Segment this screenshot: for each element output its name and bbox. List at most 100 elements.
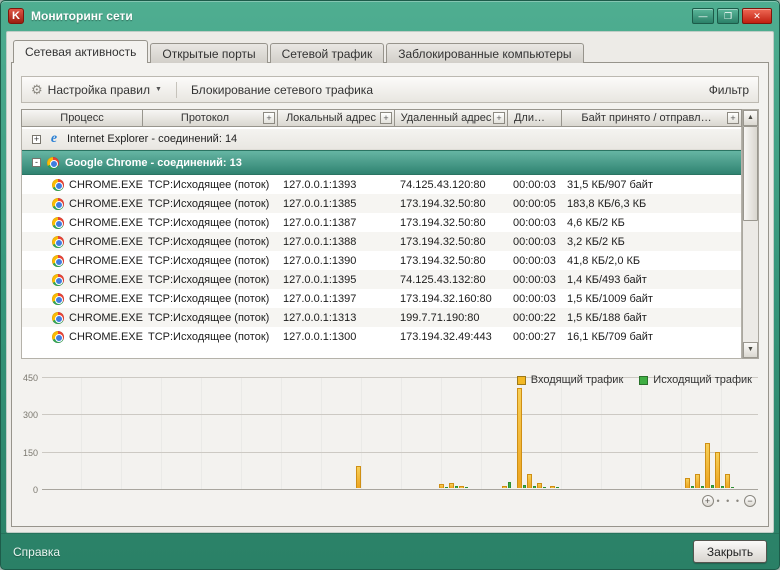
column-header-local-address[interactable]: Локальный адрес +: [278, 109, 395, 127]
column-expand-icon[interactable]: +: [263, 112, 275, 124]
cell-protocol: TCP:Исходящее (поток): [144, 293, 279, 305]
scrollbar-track[interactable]: [743, 126, 758, 342]
outgoing-traffic-bar: [508, 482, 511, 488]
titlebar: K Мониторинг сети — ❐ ✕: [1, 1, 779, 31]
column-header-remote-address[interactable]: Удаленный адрес +: [395, 109, 508, 127]
process-name: CHROME.EXE: [69, 255, 143, 267]
incoming-traffic-bar: [715, 452, 720, 488]
block-traffic-button[interactable]: Блокирование сетевого трафика: [191, 83, 373, 97]
cell-bytes: 1,4 КБ/493 байт: [563, 274, 741, 286]
incoming-traffic-bar: [550, 486, 555, 488]
filter-button[interactable]: Фильтр: [709, 83, 749, 97]
connection-rows: CHROME.EXE TCP:Исходящее (поток) 127.0.0…: [22, 175, 741, 346]
cell-local-address: 127.0.0.1:1393: [279, 179, 396, 191]
column-header-protocol[interactable]: Протокол +: [143, 109, 278, 127]
toolbar-divider: [176, 82, 177, 98]
cell-bytes: 1,5 КБ/188 байт: [563, 312, 741, 324]
rules-settings-button[interactable]: ⚙ Настройка правил ▼: [31, 83, 162, 97]
cell-duration: 00:00:03: [509, 255, 563, 267]
rules-settings-label: Настройка правил: [48, 83, 150, 97]
footer-bar: Справка Закрыть: [1, 533, 779, 569]
cell-bytes: 4,6 КБ/2 КБ: [563, 217, 741, 229]
legend-incoming: Входящий трафик: [517, 374, 624, 386]
scrollbar-thumb[interactable]: [743, 126, 758, 221]
group-row-google-chrome[interactable]: - Google Chrome - соединений: 13: [22, 150, 741, 175]
table-scrollbar[interactable]: ▲ ▼: [742, 109, 759, 359]
close-window-button[interactable]: ✕: [742, 8, 772, 24]
process-name: CHROME.EXE: [69, 217, 143, 229]
zoom-in-button[interactable]: +: [702, 495, 714, 507]
legend-outgoing: Исходящий трафик: [639, 374, 752, 386]
chrome-icon: [52, 274, 64, 286]
chrome-icon: [52, 217, 64, 229]
tab-network-traffic[interactable]: Сетевой трафик: [270, 43, 385, 63]
cell-local-address: 127.0.0.1:1385: [279, 198, 396, 210]
y-axis-tick: 450: [15, 373, 38, 383]
chart-plot-area: [42, 377, 758, 489]
collapse-minus-icon[interactable]: -: [32, 158, 41, 167]
outgoing-traffic-bar: [711, 485, 714, 488]
close-button[interactable]: Закрыть: [693, 540, 767, 563]
table-row[interactable]: CHROME.EXE TCP:Исходящее (поток) 127.0.0…: [22, 213, 741, 232]
cell-process: CHROME.EXE: [22, 179, 144, 191]
table-row[interactable]: CHROME.EXE TCP:Исходящее (поток) 127.0.0…: [22, 194, 741, 213]
chrome-icon: [52, 198, 64, 210]
table-row[interactable]: CHROME.EXE TCP:Исходящее (поток) 127.0.0…: [22, 232, 741, 251]
cell-bytes: 41,8 КБ/2,0 КБ: [563, 255, 741, 267]
tab-blocked-computers[interactable]: Заблокированные компьютеры: [386, 43, 583, 63]
table-row[interactable]: CHROME.EXE TCP:Исходящее (поток) 127.0.0…: [22, 175, 741, 194]
tab-network-activity[interactable]: Сетевая активность: [13, 40, 148, 63]
table-row[interactable]: CHROME.EXE TCP:Исходящее (поток) 127.0.0…: [22, 289, 741, 308]
cell-duration: 00:00:05: [509, 198, 563, 210]
outgoing-traffic-swatch: [639, 376, 648, 385]
kaspersky-logo-icon: K: [8, 8, 24, 24]
table-row[interactable]: CHROME.EXE TCP:Исходящее (поток) 127.0.0…: [22, 308, 741, 327]
table-row[interactable]: CHROME.EXE TCP:Исходящее (поток) 127.0.0…: [22, 251, 741, 270]
cell-duration: 00:00:03: [509, 274, 563, 286]
incoming-traffic-bar: [502, 486, 507, 488]
table-row[interactable]: CHROME.EXE TCP:Исходящее (поток) 127.0.0…: [22, 327, 741, 346]
table-row[interactable]: CHROME.EXE TCP:Исходящее (поток) 127.0.0…: [22, 270, 741, 289]
chrome-icon: [52, 179, 64, 191]
tab-open-ports[interactable]: Открытые порты: [150, 43, 267, 63]
outgoing-traffic-bar: [543, 487, 546, 488]
cell-local-address: 127.0.0.1:1313: [279, 312, 396, 324]
cell-local-address: 127.0.0.1:1300: [279, 331, 396, 343]
block-traffic-label: Блокирование сетевого трафика: [191, 83, 373, 97]
window-body: Сетевая активность Открытые порты Сетево…: [6, 31, 774, 533]
column-header-process[interactable]: Процесс: [21, 109, 143, 127]
minimize-button[interactable]: —: [692, 8, 714, 24]
incoming-traffic-bar: [537, 483, 542, 488]
column-expand-icon[interactable]: +: [727, 112, 739, 124]
internet-explorer-icon: [47, 131, 61, 147]
column-header-duration[interactable]: Дли…: [508, 109, 562, 127]
column-expand-icon[interactable]: +: [493, 112, 505, 124]
cell-bytes: 16,1 КБ/709 байт: [563, 331, 741, 343]
zoom-out-button[interactable]: −: [744, 495, 756, 507]
incoming-traffic-bar: [695, 474, 700, 488]
cell-process: CHROME.EXE: [22, 198, 144, 210]
cell-remote-address: 173.194.32.50:80: [396, 198, 509, 210]
column-header-bytes[interactable]: Байт принято / отправл… +: [562, 109, 742, 127]
column-expand-icon[interactable]: +: [380, 112, 392, 124]
cell-process: CHROME.EXE: [22, 312, 144, 324]
group-row-internet-explorer[interactable]: + Internet Explorer - соединений: 14: [22, 129, 741, 150]
outgoing-traffic-bar: [465, 487, 468, 488]
scroll-down-button[interactable]: ▼: [743, 342, 758, 358]
maximize-button[interactable]: ❐: [717, 8, 739, 24]
cell-process: CHROME.EXE: [22, 293, 144, 305]
cell-remote-address: 173.194.32.50:80: [396, 236, 509, 248]
incoming-traffic-bar: [705, 443, 710, 488]
zoom-level-dots[interactable]: • • •: [717, 496, 741, 506]
cell-local-address: 127.0.0.1:1395: [279, 274, 396, 286]
cell-duration: 00:00:27: [509, 331, 563, 343]
help-link[interactable]: Справка: [13, 545, 60, 559]
expand-plus-icon[interactable]: +: [32, 135, 41, 144]
outgoing-traffic-bar: [533, 486, 536, 488]
cell-remote-address: 173.194.32.49:443: [396, 331, 509, 343]
group-label: Google Chrome - соединений: 13: [65, 157, 242, 169]
cell-duration: 00:00:03: [509, 217, 563, 229]
outgoing-traffic-bar: [556, 487, 559, 488]
process-name: CHROME.EXE: [69, 274, 143, 286]
scroll-up-button[interactable]: ▲: [743, 110, 758, 126]
